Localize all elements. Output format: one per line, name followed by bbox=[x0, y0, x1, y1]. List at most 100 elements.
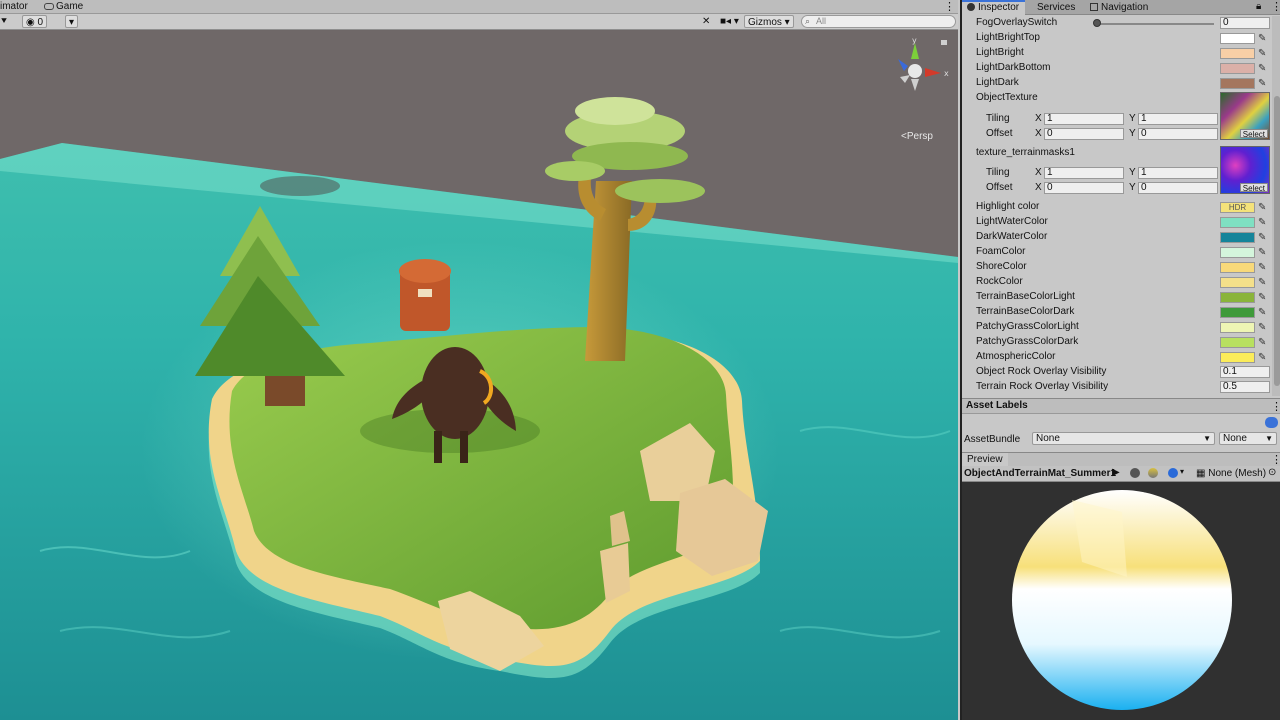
object-rock-overlay-value[interactable]: 0.1 bbox=[1220, 366, 1270, 378]
play-icon[interactable]: ▶ bbox=[1112, 467, 1120, 478]
preview-header[interactable]: Preview ⋮ bbox=[962, 452, 1280, 467]
tools-icon[interactable]: ✕ bbox=[702, 15, 710, 28]
offset-y-field[interactable]: 0 bbox=[1138, 128, 1218, 140]
object-rock-overlay-row: Object Rock Overlay Visibility 0.1 bbox=[962, 365, 1276, 380]
inspector-scroll-thumb[interactable] bbox=[1274, 96, 1280, 386]
offset-x-field[interactable]: 0 bbox=[1044, 128, 1124, 140]
color-swatch[interactable] bbox=[1220, 48, 1255, 59]
tab-animator[interactable]: imator bbox=[0, 1, 28, 12]
eyedropper-icon[interactable]: ✎ bbox=[1258, 352, 1266, 363]
color-label: LightDark bbox=[976, 77, 1019, 88]
camera-icon[interactable]: ■◂ ▾ bbox=[720, 15, 739, 28]
color-swatch[interactable] bbox=[1220, 262, 1255, 273]
inspector-menu-icon[interactable]: ⋮ bbox=[1271, 0, 1280, 13]
asset-labels-header[interactable]: Asset Labels ⋮ bbox=[962, 398, 1280, 414]
label-tag-icon[interactable] bbox=[1265, 417, 1278, 428]
lighting-icon[interactable] bbox=[1148, 468, 1158, 478]
color-swatch[interactable] bbox=[1220, 33, 1255, 44]
eyedropper-icon[interactable]: ✎ bbox=[1258, 202, 1266, 213]
scene-viewport[interactable]: y x <Persp bbox=[0, 31, 958, 720]
chevron-down-icon[interactable]: ▾ bbox=[1180, 467, 1184, 476]
preview-material-name: ObjectAndTerrainMat_Summer1 bbox=[964, 468, 1117, 479]
tiling-x-field[interactable]: 1 bbox=[1044, 167, 1124, 179]
draw-mode-dropdown[interactable]: ⯆ bbox=[0, 15, 8, 28]
target-icon[interactable]: ⊙ bbox=[1268, 467, 1276, 478]
perspective-label[interactable]: <Persp bbox=[901, 131, 933, 142]
tiling-label: Tiling bbox=[986, 113, 1010, 124]
eyedropper-icon[interactable]: ✎ bbox=[1258, 48, 1266, 59]
highlight-color-label: Highlight color bbox=[976, 201, 1040, 212]
color-swatch[interactable] bbox=[1220, 307, 1255, 318]
color-label: LightWaterColor bbox=[976, 216, 1048, 227]
color-swatch[interactable] bbox=[1220, 277, 1255, 288]
asset-bundle-dropdown[interactable]: None ▼ bbox=[1032, 432, 1215, 445]
offset-y-field[interactable]: 0 bbox=[1138, 182, 1218, 194]
tab-services[interactable]: Services bbox=[1032, 0, 1081, 15]
eyedropper-icon[interactable]: ✎ bbox=[1258, 217, 1266, 228]
eye-hidden-icon: ◉ bbox=[26, 17, 35, 28]
hidden-objects-toggle[interactable]: ◉ 0 bbox=[22, 15, 48, 28]
fog-overlay-slider-thumb[interactable] bbox=[1093, 19, 1101, 27]
mesh-field[interactable]: ▦ None (Mesh) bbox=[1196, 468, 1266, 479]
preview-tab-label[interactable]: Preview bbox=[962, 453, 1008, 467]
scene-view[interactable]: imator Game ⋮ ⯆ ◉ 0 ▾ ✕ ■◂ ▾ Gizmos ▾ ⌕ … bbox=[0, 0, 958, 720]
object-rock-overlay-label: Object Rock Overlay Visibility bbox=[976, 366, 1107, 377]
eyedropper-icon[interactable]: ✎ bbox=[1258, 262, 1266, 273]
lock-icon[interactable]: 🔒︎ bbox=[1256, 1, 1261, 12]
scene-options-dropdown[interactable]: ▾ bbox=[65, 15, 79, 28]
highlight-color-swatch[interactable]: HDR bbox=[1220, 202, 1255, 213]
terrain-masks-tiling-row: Tiling X 1 Y 1 bbox=[962, 166, 1276, 181]
color-label: DarkWaterColor bbox=[976, 231, 1048, 242]
search-icon: ⌕ bbox=[805, 16, 811, 26]
scene-toolbar: ⯆ ◉ 0 ▾ ✕ ■◂ ▾ Gizmos ▾ ⌕ All bbox=[0, 14, 958, 30]
tab-game[interactable]: Game bbox=[44, 1, 83, 12]
terrain-rock-overlay-value[interactable]: 0.5 bbox=[1220, 381, 1270, 393]
eyedropper-icon[interactable]: ✎ bbox=[1258, 322, 1266, 333]
eyedropper-icon[interactable]: ✎ bbox=[1258, 232, 1266, 243]
color-row: AtmosphericColor ✎ bbox=[962, 350, 1276, 365]
tab-inspector[interactable]: Inspector bbox=[962, 0, 1026, 15]
eyedropper-icon[interactable]: ✎ bbox=[1258, 247, 1266, 258]
search-placeholder: All bbox=[816, 16, 827, 26]
color-swatch[interactable] bbox=[1220, 247, 1255, 258]
fog-overlay-value[interactable]: 0 bbox=[1220, 17, 1270, 29]
color-swatch[interactable] bbox=[1220, 63, 1255, 74]
inspector-scrollbar[interactable] bbox=[1272, 16, 1280, 396]
asset-bundle-label: AssetBundle bbox=[964, 434, 1021, 445]
color-swatch[interactable] bbox=[1220, 232, 1255, 243]
asset-labels-menu-icon[interactable]: ⋮ bbox=[1271, 400, 1280, 413]
material-preview[interactable] bbox=[962, 482, 1280, 720]
tab-navigation-label: Navigation bbox=[1101, 2, 1149, 13]
tiling-x-field[interactable]: 1 bbox=[1044, 113, 1124, 125]
sphere-preview-icon[interactable] bbox=[1130, 468, 1140, 478]
tiling-y-field[interactable]: 1 bbox=[1138, 113, 1218, 125]
color-row: PatchyGrassColorDark ✎ bbox=[962, 335, 1276, 350]
tab-navigation[interactable]: Navigation bbox=[1085, 0, 1154, 15]
color-swatch[interactable] bbox=[1220, 352, 1255, 363]
eyedropper-icon[interactable]: ✎ bbox=[1258, 337, 1266, 348]
eyedropper-icon[interactable]: ✎ bbox=[1258, 307, 1266, 318]
color-swatch[interactable] bbox=[1220, 217, 1255, 228]
gizmos-dropdown[interactable]: Gizmos ▾ bbox=[744, 15, 794, 28]
color-swatch[interactable] bbox=[1220, 337, 1255, 348]
mesh-shape-icon[interactable] bbox=[1168, 468, 1178, 478]
offset-x-field[interactable]: 0 bbox=[1044, 182, 1124, 194]
eyedropper-icon[interactable]: ✎ bbox=[1258, 33, 1266, 44]
scene-search-input[interactable]: ⌕ All bbox=[801, 15, 956, 28]
eyedropper-icon[interactable]: ✎ bbox=[1258, 277, 1266, 288]
preview-menu-icon[interactable]: ⋮ bbox=[1271, 453, 1280, 466]
color-swatch[interactable] bbox=[1220, 78, 1255, 89]
color-swatch[interactable] bbox=[1220, 322, 1255, 333]
eyedropper-icon[interactable]: ✎ bbox=[1258, 78, 1266, 89]
axis-x-label: X bbox=[1035, 167, 1042, 178]
color-swatch[interactable] bbox=[1220, 292, 1255, 303]
asset-bundle-variant-dropdown[interactable]: None ▼ bbox=[1219, 432, 1277, 445]
inspector-tab-bar: Inspector Services Navigation 🔒︎ ⋮ bbox=[962, 0, 1280, 15]
game-icon bbox=[44, 3, 54, 10]
eyedropper-icon[interactable]: ✎ bbox=[1258, 292, 1266, 303]
fog-overlay-slider[interactable] bbox=[1096, 23, 1214, 25]
tiling-y-field[interactable]: 1 bbox=[1138, 167, 1218, 179]
color-row-light-dark-bottom: LightDarkBottom ✎ bbox=[962, 61, 1276, 76]
more-menu-icon[interactable]: ⋮ bbox=[944, 0, 955, 13]
eyedropper-icon[interactable]: ✎ bbox=[1258, 63, 1266, 74]
